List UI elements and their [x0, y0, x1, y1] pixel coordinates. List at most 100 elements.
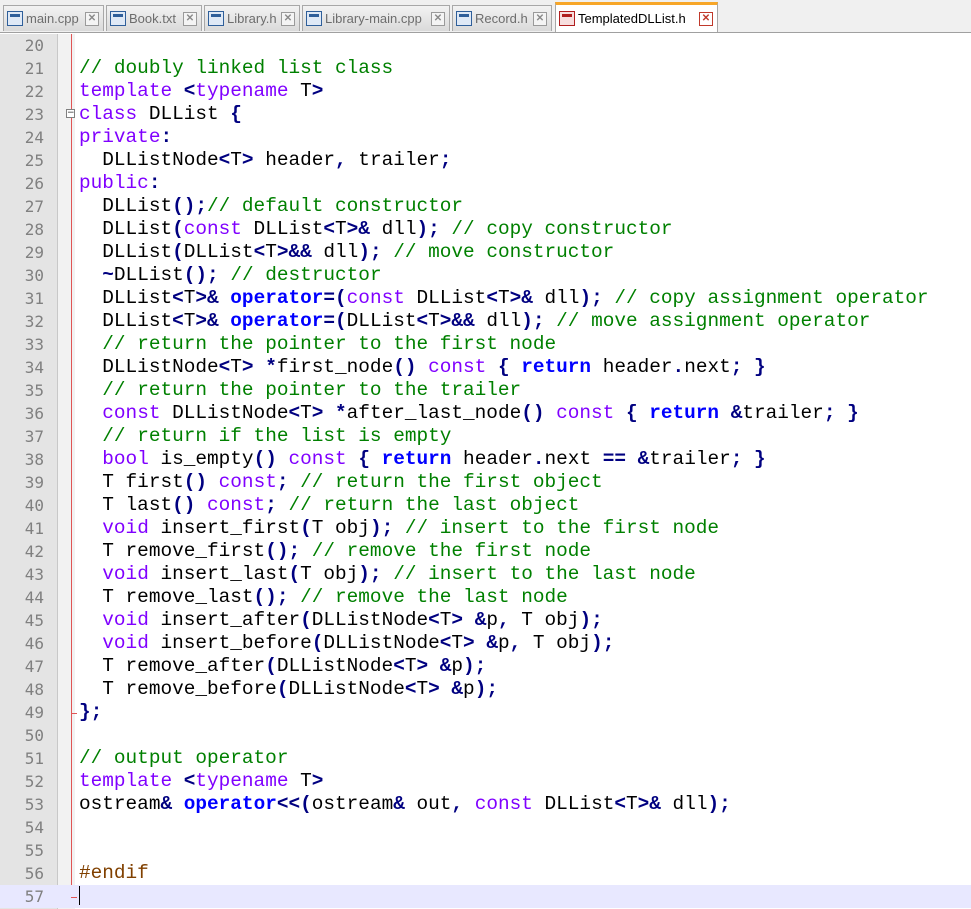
code-line[interactable]: 32 DLList<T>& operator=(DLList<T>&& dll)…: [0, 310, 971, 333]
code-text-line[interactable]: DLList(DLList<T>&& dll); // move constru…: [79, 241, 614, 264]
code-text-line[interactable]: DLList();// default constructor: [79, 195, 463, 218]
code-line[interactable]: 38 bool is_empty() const { return header…: [0, 448, 971, 471]
code-text: T obj: [300, 563, 359, 585]
code-line[interactable]: 44 T remove_last(); // remove the last n…: [0, 586, 971, 609]
code-line[interactable]: 53 ostream& operator<<(ostream& out, cons…: [0, 793, 971, 816]
line-number: 40: [24, 496, 44, 515]
code-line[interactable]: 26 public:: [0, 172, 971, 195]
code-line[interactable]: 46 void insert_before(DLListNode<T> &p, …: [0, 632, 971, 655]
code-line[interactable]: 29 DLList(DLList<T>&& dll); // move cons…: [0, 241, 971, 264]
code-line[interactable]: 22 template <typename T>: [0, 80, 971, 103]
close-icon[interactable]: ✕: [183, 11, 197, 26]
operator-token: <: [323, 218, 336, 240]
keyword-token: const: [288, 448, 347, 470]
code-text-line[interactable]: T remove_last(); // remove the last node: [79, 586, 567, 609]
close-icon[interactable]: ✕: [431, 11, 445, 26]
code-text-line[interactable]: DLList<T>& operator=(const DLList<T>& dl…: [79, 287, 928, 310]
operator-token: ;: [439, 149, 452, 171]
code-text-line[interactable]: T last() const; // return the last objec…: [79, 494, 579, 517]
code-line[interactable]: 35 // return the pointer to the trailer: [0, 379, 971, 402]
code-line[interactable]: 41 void insert_first(T obj); // insert t…: [0, 517, 971, 540]
code-text-line[interactable]: DLListNode<T> *first_node() const { retu…: [79, 356, 765, 379]
code-text-line[interactable]: DLList<T>& operator=(DLList<T>&& dll); /…: [79, 310, 870, 333]
code-text-line[interactable]: // return the pointer to the trailer: [79, 379, 521, 402]
code-line[interactable]: 52 template <typename T>: [0, 770, 971, 793]
tab-book-txt[interactable]: Book.txt ✕: [106, 5, 202, 31]
code-text-line[interactable]: #endif: [79, 862, 149, 885]
code-text-line[interactable]: void insert_before(DLListNode<T> &p, T o…: [79, 632, 614, 655]
code-text-line[interactable]: bool is_empty() const { return header.ne…: [79, 448, 765, 471]
code-text-line[interactable]: ~DLList(); // destructor: [79, 264, 381, 287]
code-editor[interactable]: 20 21 // doubly linked list class 22 templat…: [0, 34, 971, 909]
code-text-line[interactable]: public:: [79, 172, 160, 195]
code-text-line[interactable]: T remove_first(); // remove the first no…: [79, 540, 591, 563]
code-text-line[interactable]: void insert_first(T obj); // insert to t…: [79, 517, 719, 540]
close-icon[interactable]: ✕: [281, 11, 295, 26]
code-text-line[interactable]: void insert_last(T obj); // insert to th…: [79, 563, 695, 586]
code-line[interactable]: 37 // return if the list is empty: [0, 425, 971, 448]
close-icon[interactable]: ✕: [699, 11, 713, 26]
code-text-line[interactable]: T first() const; // return the first obj…: [79, 471, 602, 494]
code-line[interactable]: 55: [0, 839, 971, 862]
operator-token: >&&: [276, 241, 312, 263]
code-line[interactable]: 56 #endif: [0, 862, 971, 885]
code-line[interactable]: 20: [0, 34, 971, 57]
code-line[interactable]: 31 DLList<T>& operator=(const DLList<T>&…: [0, 287, 971, 310]
code-line[interactable]: 36 const DLListNode<T> *after_last_node(…: [0, 402, 971, 425]
code-line[interactable]: 47 T remove_after(DLListNode<T> &p);: [0, 655, 971, 678]
operator-token: }: [847, 402, 859, 424]
tab-library-main-cpp[interactable]: Library-main.cpp ✕: [302, 5, 450, 31]
tab-record-h[interactable]: Record.h ✕: [452, 5, 552, 31]
code-text-line[interactable]: template <typename T>: [79, 80, 323, 103]
fold-toggle-icon[interactable]: −: [66, 109, 75, 118]
code-line[interactable]: 23 − class DLList {: [0, 103, 971, 126]
code-text-line[interactable]: [79, 885, 80, 908]
code-text-line[interactable]: // return if the list is empty: [79, 425, 451, 448]
code-text-line[interactable]: const DLListNode<T> *after_last_node() c…: [79, 402, 859, 425]
code-line[interactable]: 33 // return the pointer to the first no…: [0, 333, 971, 356]
code-text-line[interactable]: };: [79, 701, 102, 724]
code-text-line[interactable]: DLListNode<T> header, trailer;: [79, 149, 451, 172]
code-text: T: [439, 609, 452, 631]
code-text-line[interactable]: template <typename T>: [79, 770, 323, 793]
close-icon[interactable]: ✕: [533, 11, 547, 26]
code-line[interactable]: 50: [0, 724, 971, 747]
code-line[interactable]: 40 T last() const; // return the last ob…: [0, 494, 971, 517]
code-line[interactable]: 45 void insert_after(DLListNode<T> &p, T…: [0, 609, 971, 632]
code-line[interactable]: 43 void insert_last(T obj); // insert to…: [0, 563, 971, 586]
code-line[interactable]: 27 DLList();// default constructor: [0, 195, 971, 218]
close-icon[interactable]: ✕: [85, 11, 99, 26]
tab-templated-dllist-h[interactable]: TemplatedDLList.h ✕: [555, 2, 718, 32]
code-line[interactable]: 51 // output operator: [0, 747, 971, 770]
code-text: T remove_first: [79, 540, 266, 562]
code-text: ostream: [311, 793, 394, 815]
code-line[interactable]: 57: [0, 885, 971, 908]
tab-library-h[interactable]: Library.h ✕: [204, 5, 300, 31]
code-text-line[interactable]: private:: [79, 126, 172, 149]
code-text-line[interactable]: T remove_after(DLListNode<T> &p);: [79, 655, 486, 678]
code-text-line[interactable]: DLList(const DLList<T>& dll); // copy co…: [79, 218, 672, 241]
code-line[interactable]: 42 T remove_first(); // remove the first…: [0, 540, 971, 563]
code-line[interactable]: 28 DLList(const DLList<T>& dll); // copy…: [0, 218, 971, 241]
code-text-line[interactable]: // doubly linked list class: [79, 57, 393, 80]
code-line[interactable]: 34 DLListNode<T> *first_node() const { r…: [0, 356, 971, 379]
code-line[interactable]: 48 T remove_before(DLListNode<T> &p);: [0, 678, 971, 701]
code-line[interactable]: 21 // doubly linked list class: [0, 57, 971, 80]
code-text-line[interactable]: // output operator: [79, 747, 288, 770]
code-line[interactable]: 49};: [0, 701, 971, 724]
code-text-line[interactable]: void insert_after(DLListNode<T> &p, T ob…: [79, 609, 602, 632]
code-text-line[interactable]: // return the pointer to the first node: [79, 333, 556, 356]
line-number: 39: [24, 473, 44, 492]
code-line[interactable]: 30 ~DLList(); // destructor: [0, 264, 971, 287]
code-line[interactable]: 25 DLListNode<T> header, trailer;: [0, 149, 971, 172]
code-line[interactable]: 54: [0, 816, 971, 839]
code-text-line[interactable]: ostream& operator<<(ostream& out, const …: [79, 793, 731, 816]
code-text-line[interactable]: T remove_before(DLListNode<T> &p);: [79, 678, 498, 701]
tab-main-cpp[interactable]: main.cpp ✕: [3, 5, 104, 31]
code-line[interactable]: 24 private:: [0, 126, 971, 149]
code-line[interactable]: 39 T first() const; // return the first …: [0, 471, 971, 494]
code-text-line[interactable]: class DLList {: [79, 103, 242, 126]
